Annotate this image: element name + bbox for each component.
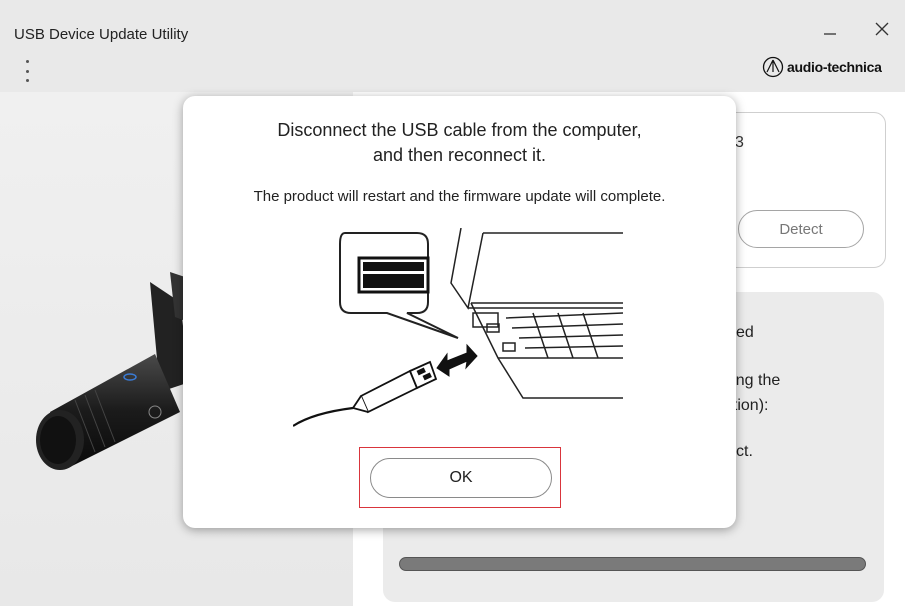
kebab-dot [25,69,29,73]
usb-reconnect-illustration [293,228,624,427]
dialog-message: Disconnect the USB cable from the comput… [183,118,736,168]
dialog-detail: The product will restart and the firmwar… [253,188,666,205]
detect-button[interactable]: Detect [738,210,864,248]
laptop-icon [450,228,624,399]
progress-bar [399,557,866,571]
reconnect-dialog: Disconnect the USB cable from the comput… [183,96,736,528]
ok-button[interactable]: OK [370,458,552,498]
close-button[interactable] [867,14,897,44]
minimize-button[interactable] [815,14,845,44]
status-text-fragment: ed [736,324,754,341]
dialog-message-line1: Disconnect the USB cable from the comput… [277,120,642,140]
brand-name: audio-technica [787,59,882,75]
more-options-button[interactable] [20,60,34,82]
dialog-message-line2: and then reconnect it. [372,145,547,165]
close-icon [875,22,889,36]
minimize-icon [824,33,836,35]
kebab-dot [25,79,29,82]
card-text-fragment: 3 [735,134,744,151]
brand-logo: audio-technica [762,56,882,78]
audio-technica-logo-icon [762,56,784,78]
window-title: USB Device Update Utility [14,26,189,43]
microphone-image [36,272,190,470]
kebab-dot [25,60,29,63]
status-text-fragment: ct. [736,443,753,460]
usb-plug-icon [293,360,438,427]
title-bar: USB Device Update Utility audio-technica [0,0,905,92]
double-arrow-icon [436,343,478,377]
